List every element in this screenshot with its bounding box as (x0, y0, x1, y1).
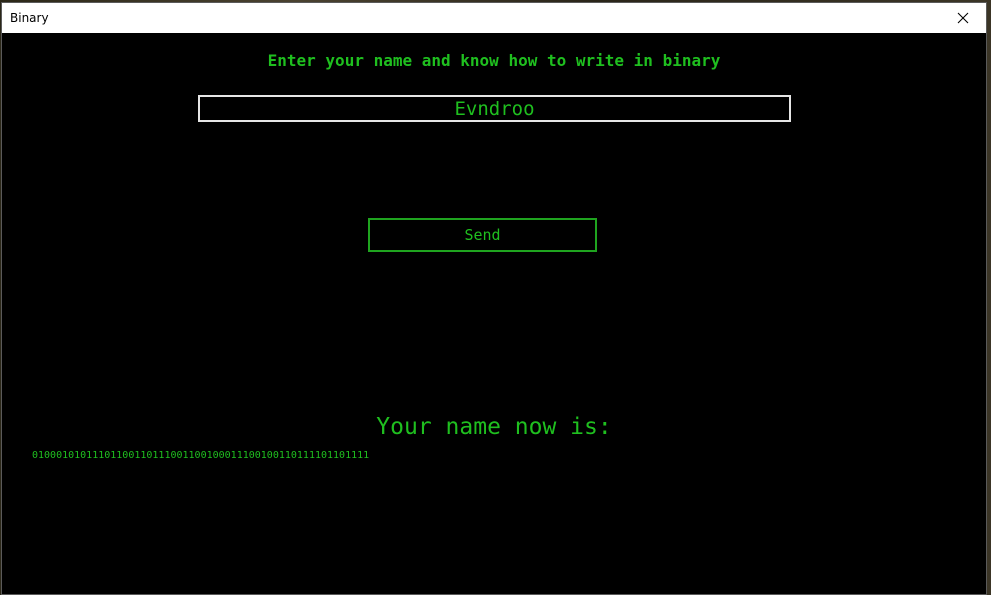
name-input[interactable] (198, 95, 791, 122)
send-button-label: Send (464, 226, 501, 244)
binary-output: 0100010101110110011011100110010001110010… (32, 450, 370, 461)
close-icon (957, 12, 969, 24)
result-label: Your name now is: (376, 414, 612, 440)
close-button[interactable] (940, 3, 986, 33)
send-button[interactable]: Send (368, 218, 597, 252)
main-content: Enter your name and know how to write in… (2, 33, 986, 594)
app-window: Binary Enter your name and know how to w… (1, 2, 987, 595)
title-bar[interactable]: Binary (2, 3, 986, 33)
window-title: Binary (10, 11, 49, 25)
page-heading: Enter your name and know how to write in… (267, 51, 721, 70)
